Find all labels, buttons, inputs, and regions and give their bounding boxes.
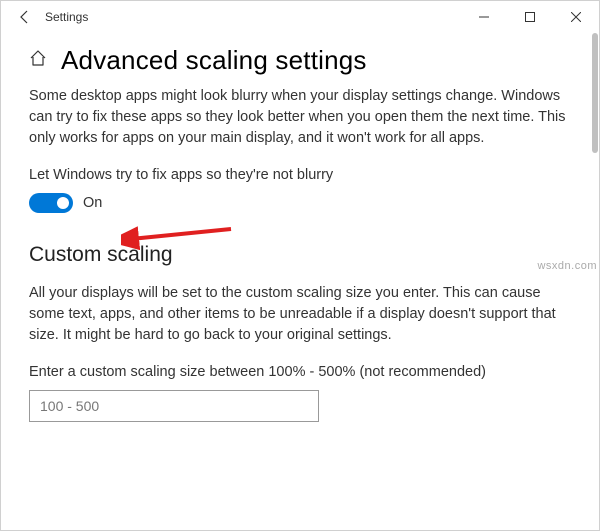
- fix-blurry-toggle-row: On: [29, 193, 571, 213]
- toggle-knob: [57, 197, 69, 209]
- window-title: Settings: [45, 10, 88, 24]
- vertical-scrollbar[interactable]: [592, 33, 598, 529]
- minimize-icon: [479, 12, 489, 22]
- content-area: Advanced scaling settings Some desktop a…: [1, 33, 599, 422]
- maximize-button[interactable]: [507, 1, 553, 33]
- window-controls: [461, 1, 599, 33]
- scrollbar-thumb[interactable]: [592, 33, 598, 153]
- fix-blurry-state: On: [83, 195, 102, 211]
- home-icon[interactable]: [29, 49, 47, 72]
- close-icon: [571, 12, 581, 22]
- fix-blurry-toggle[interactable]: [29, 193, 73, 213]
- arrow-left-icon: [17, 9, 33, 25]
- custom-scaling-description: All your displays will be set to the cus…: [29, 283, 571, 346]
- maximize-icon: [525, 12, 535, 22]
- minimize-button[interactable]: [461, 1, 507, 33]
- intro-text: Some desktop apps might look blurry when…: [29, 86, 571, 149]
- close-button[interactable]: [553, 1, 599, 33]
- heading-row: Advanced scaling settings: [29, 45, 571, 76]
- custom-scaling-input[interactable]: [29, 390, 319, 422]
- watermark: wsxdn.com: [537, 260, 597, 272]
- custom-scaling-input-label: Enter a custom scaling size between 100%…: [29, 364, 571, 380]
- back-button[interactable]: [9, 1, 41, 33]
- custom-scaling-heading: Custom scaling: [29, 243, 571, 267]
- titlebar: Settings: [1, 1, 599, 33]
- page-title: Advanced scaling settings: [61, 45, 367, 76]
- fix-blurry-label: Let Windows try to fix apps so they're n…: [29, 167, 571, 183]
